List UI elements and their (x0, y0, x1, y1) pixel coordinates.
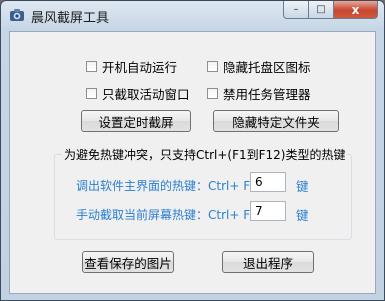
checkbox-box[interactable] (86, 61, 97, 72)
exit-button[interactable]: 退出程序 (222, 251, 314, 273)
hide-folder-button[interactable]: 隐藏特定文件夹 (213, 110, 339, 132)
view-saved-images-button[interactable]: 查看保存的图片 (82, 251, 174, 273)
camera-icon (10, 9, 24, 21)
app-window: 晨风截屏工具 – □ x 开机自动运行 隐藏托盘区图标 只截取活动窗口 禁用任务… (0, 0, 385, 301)
checkbox-label: 只截取活动窗口 (102, 87, 190, 102)
capture-hotkey-suffix: 键 (296, 208, 309, 223)
capture-hotkey-label: 手动截取当前屏幕热键：Ctrl+ F (76, 208, 251, 222)
caption-buttons: – □ x (283, 1, 378, 19)
hide-tray-icon-checkbox[interactable]: 隐藏托盘区图标 (207, 57, 311, 76)
main-ui-hotkey-label: 调出软件主界面的热键：Ctrl+ F (76, 179, 251, 193)
close-button[interactable]: x (334, 1, 378, 19)
minimize-button[interactable]: – (283, 1, 309, 19)
checkbox-box[interactable] (86, 88, 97, 99)
checkbox-label: 禁用任务管理器 (223, 87, 311, 102)
window-title: 晨风截屏工具 (31, 11, 110, 26)
main-ui-hotkey-input[interactable]: 6 (250, 172, 286, 192)
client-area: 开机自动运行 隐藏托盘区图标 只截取活动窗口 禁用任务管理器 设置定时截屏 隐藏… (9, 31, 376, 294)
hotkey-groupbox (54, 154, 352, 240)
autostart-checkbox[interactable]: 开机自动运行 (86, 57, 177, 76)
set-timed-capture-button[interactable]: 设置定时截屏 (81, 110, 191, 132)
checkbox-box[interactable] (207, 88, 218, 99)
checkbox-box[interactable] (207, 61, 218, 72)
checkbox-label: 隐藏托盘区图标 (223, 60, 311, 75)
checkbox-label: 开机自动运行 (102, 60, 178, 75)
active-window-only-checkbox[interactable]: 只截取活动窗口 (86, 84, 190, 103)
close-icon: x (351, 2, 360, 17)
title-bar[interactable]: 晨风截屏工具 – □ x (1, 1, 384, 29)
capture-hotkey-input[interactable]: 7 (250, 201, 286, 221)
minimize-icon: – (293, 4, 299, 15)
maximize-button[interactable]: □ (309, 1, 334, 19)
hotkey-group-label: 为避免热键冲突，只支持Ctrl+(F1到F12)类型的热键 (62, 146, 348, 163)
maximize-icon: □ (316, 4, 326, 15)
main-ui-hotkey-suffix: 键 (296, 179, 309, 194)
disable-task-manager-checkbox[interactable]: 禁用任务管理器 (207, 84, 311, 103)
